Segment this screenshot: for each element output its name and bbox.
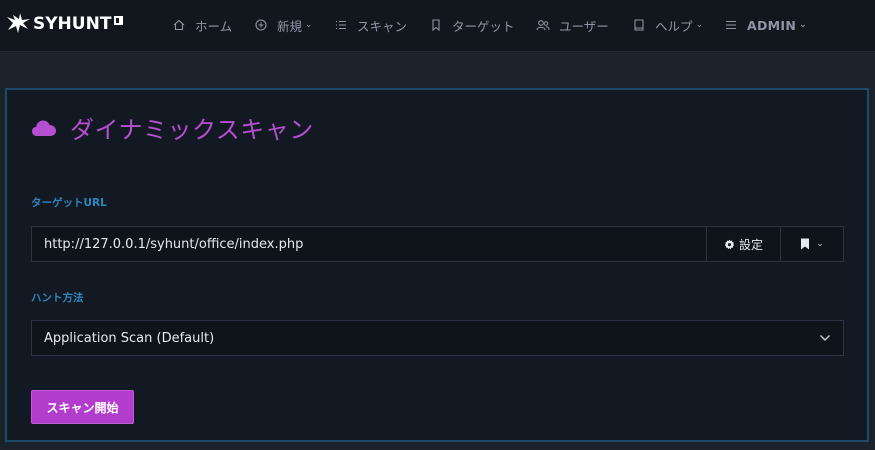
nav-users-label: ユーザー (559, 18, 609, 34)
list-icon (334, 18, 348, 32)
nav-new[interactable]: 新規 ⌄ (254, 15, 313, 35)
brand-logo[interactable]: SYHUNT (4, 9, 124, 39)
nav-help[interactable]: ヘルプ ⌄ (632, 15, 703, 35)
brand-name: SYHUNT (33, 14, 112, 34)
bookmark-icon (800, 235, 810, 254)
users-icon (536, 18, 550, 32)
start-scan-button[interactable]: スキャン開始 (31, 390, 134, 424)
nav-help-label: ヘルプ (655, 18, 693, 34)
chevron-down-icon: ⌄ (305, 20, 313, 30)
bookmark-icon (429, 18, 443, 32)
chevron-down-icon: ⌄ (816, 239, 824, 249)
home-icon (172, 18, 186, 32)
target-url-label: ターゲットURL (31, 197, 107, 209)
nav-home-label: ホーム (195, 18, 233, 34)
top-navbar: SYHUNT ホーム 新規 ⌄ スキャン ターゲット ユーザー ヘルプ ⌄ AD… (0, 0, 875, 52)
nav-scans[interactable]: スキャン (334, 15, 407, 35)
plus-circle-icon (254, 18, 268, 32)
nav-home[interactable]: ホーム (172, 15, 232, 35)
hunt-method-value: Application Scan (Default) (44, 330, 215, 346)
page-title-text: ダイナミックスキャン (70, 116, 314, 144)
dynamic-scan-panel: ダイナミックスキャン ターゲットURL 設定 ⌄ ハント方法 Applicati… (5, 88, 869, 442)
nav-new-label: 新規 (277, 18, 303, 34)
hunt-method-select[interactable]: Application Scan (Default) (31, 320, 844, 356)
chevron-down-icon: ⌄ (799, 20, 807, 30)
nav-admin[interactable]: ADMIN ⌄ (724, 15, 807, 35)
menu-icon (724, 18, 738, 32)
target-url-input[interactable] (31, 226, 707, 262)
nav-users[interactable]: ユーザー (536, 15, 609, 35)
hunt-method-label: ハント方法 (31, 292, 84, 304)
ninja-icon (4, 11, 32, 37)
nav-admin-label: ADMIN (747, 17, 797, 33)
chevron-down-icon: ⌄ (695, 20, 704, 30)
page-title: ダイナミックスキャン (31, 110, 314, 145)
settings-button-label: 設定 (738, 237, 763, 252)
bookmark-dropdown-button[interactable]: ⌄ (781, 226, 844, 262)
cloud-icon (31, 118, 57, 138)
nav-targets-label: ターゲット (452, 18, 515, 34)
chevron-down-icon (819, 334, 831, 342)
nav-scans-label: スキャン (357, 18, 408, 34)
book-icon (632, 18, 646, 32)
gear-icon (724, 239, 735, 250)
target-url-group: 設定 ⌄ (31, 226, 844, 262)
settings-button[interactable]: 設定 (707, 226, 781, 262)
brand-mark-icon (114, 15, 124, 25)
nav-targets[interactable]: ターゲット (429, 15, 515, 35)
